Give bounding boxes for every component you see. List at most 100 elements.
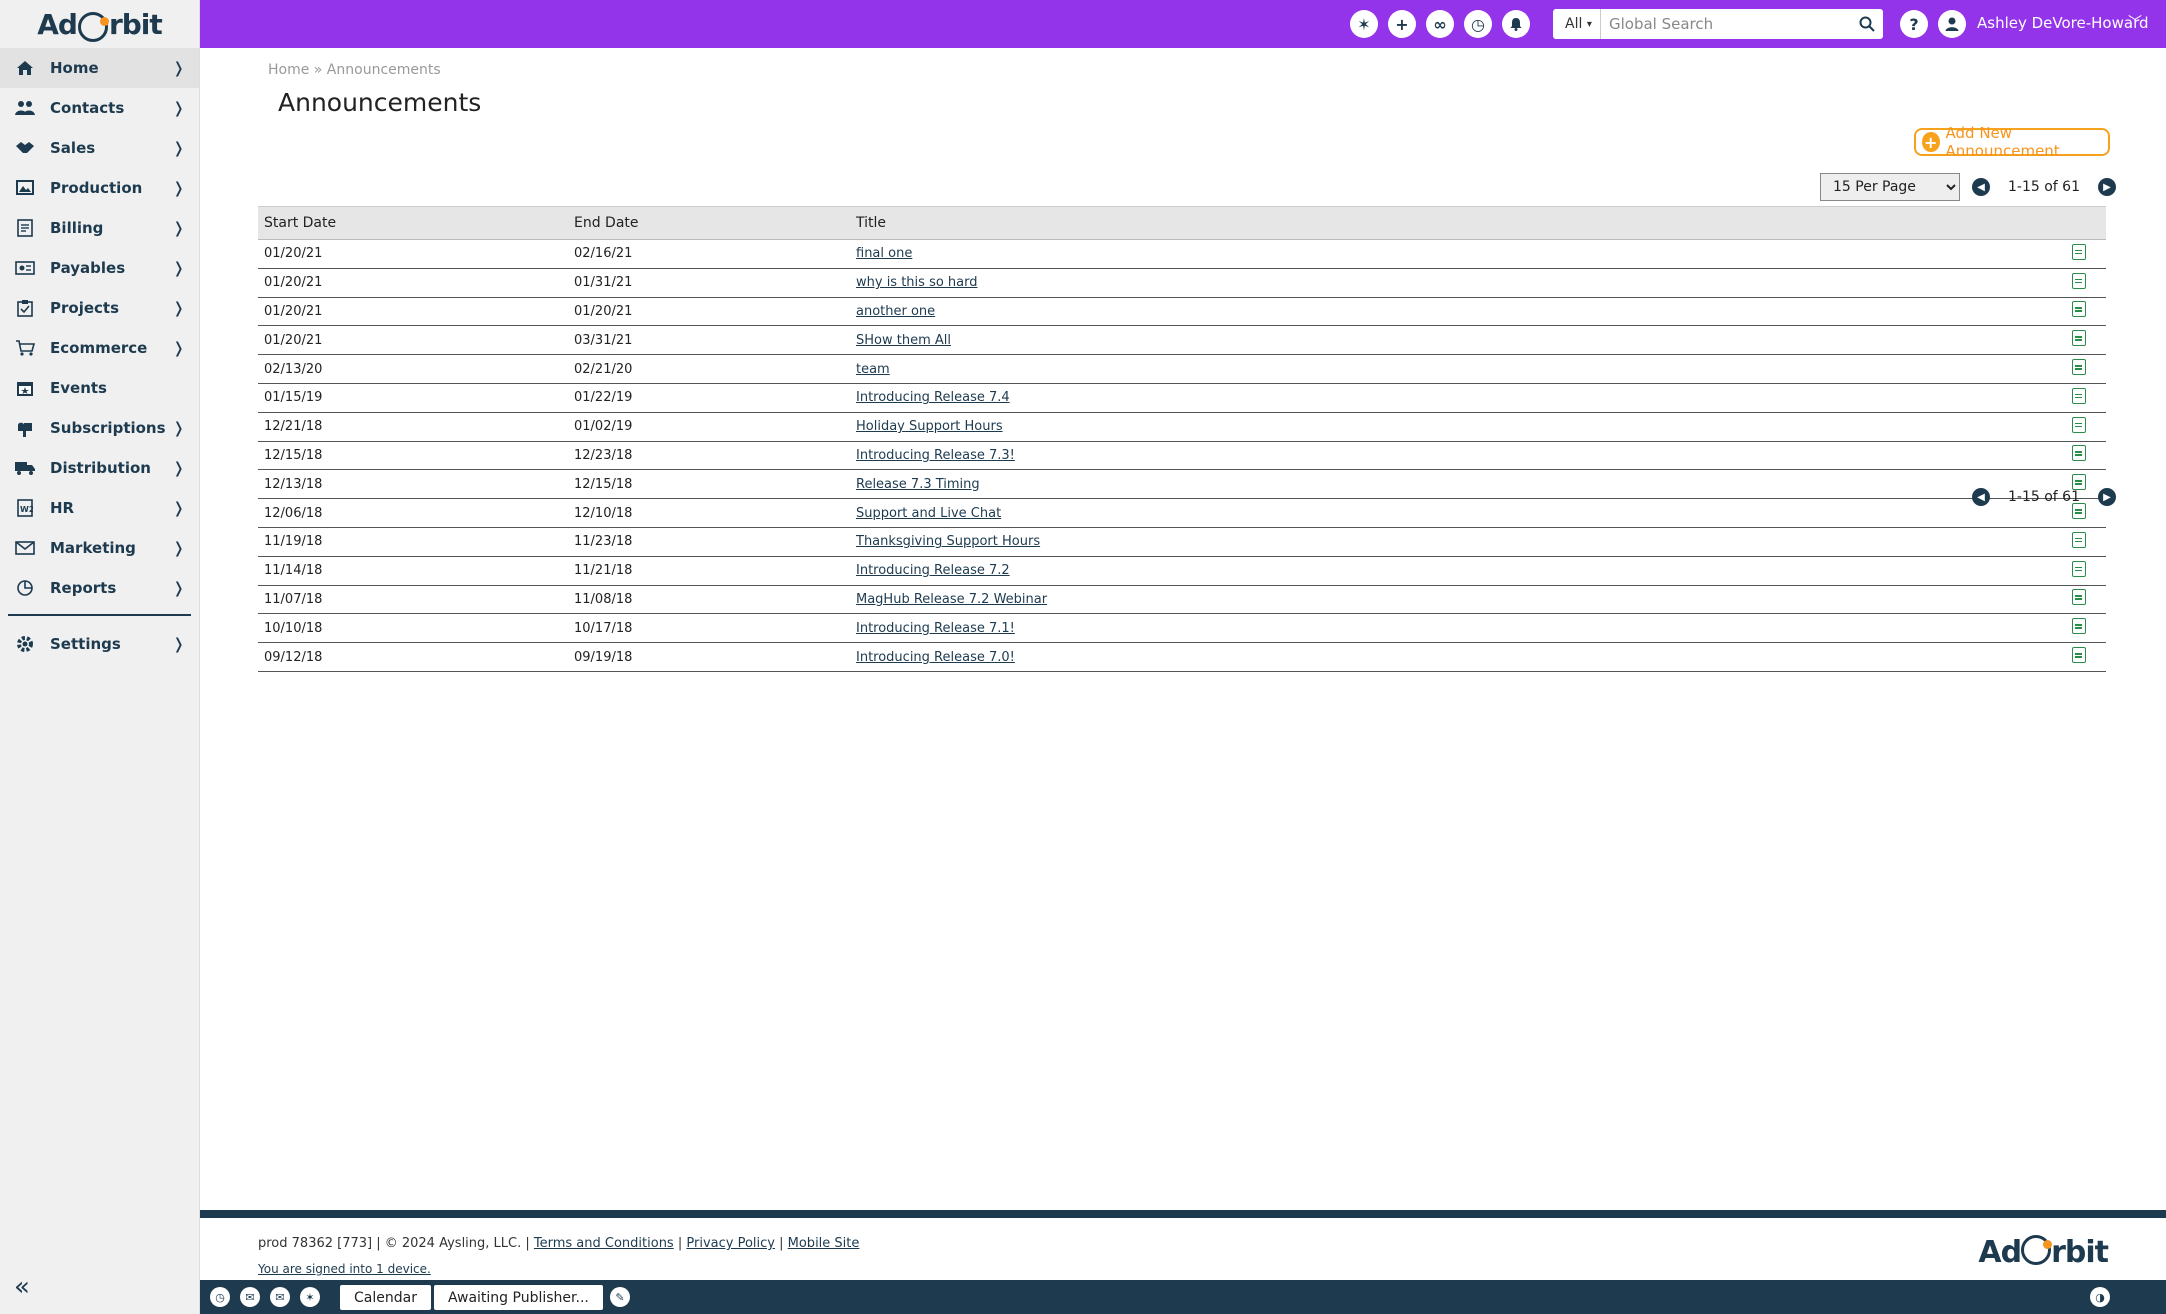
history-icon[interactable]: ◷	[1464, 10, 1492, 38]
sidebar-item-subscriptions[interactable]: Subscriptions ❭	[0, 408, 199, 448]
pager-bottom: ◀ 1-15 of 61 ▶	[1972, 485, 2116, 509]
search-icon[interactable]	[1851, 9, 1883, 39]
title-cell: why is this so hard	[850, 268, 2066, 298]
sidebar-item-sales[interactable]: Sales ❭	[0, 128, 199, 168]
document-icon[interactable]	[2072, 416, 2086, 433]
announcement-title-link[interactable]: Holiday Support Hours	[856, 419, 1003, 434]
next-page-icon[interactable]: ▶	[2097, 178, 2116, 196]
sidebar-item-billing[interactable]: Billing ❭	[0, 208, 199, 248]
add-announcement-button[interactable]: + Add New Announcement	[1914, 124, 2110, 160]
document-icon[interactable]	[2072, 618, 2086, 635]
search-input[interactable]	[1601, 15, 1851, 33]
sidebar-item-events[interactable]: Events	[0, 368, 199, 408]
announcement-title-link[interactable]: Introducing Release 7.1!	[856, 621, 1015, 636]
sidebar-item-label: HR	[50, 499, 75, 517]
signed-in-link[interactable]: You are signed into 1 device.	[258, 1262, 431, 1276]
sidebar-item-reports[interactable]: Reports ❭	[0, 568, 199, 608]
help-icon[interactable]: ?	[1900, 10, 1928, 38]
link-icon[interactable]: ∞	[1426, 10, 1454, 38]
announcement-title-link[interactable]: another one	[856, 304, 935, 319]
document-icon[interactable]	[2072, 359, 2086, 376]
announcement-title-link[interactable]: Introducing Release 7.2	[856, 563, 1010, 578]
mobile-site-link[interactable]: Mobile Site	[788, 1236, 860, 1251]
announcement-title-link[interactable]: Introducing Release 7.3!	[856, 448, 1015, 463]
breadcrumb[interactable]: Home » Announcements	[268, 62, 441, 78]
sidebar-item-production[interactable]: Production ❭	[0, 168, 199, 208]
table-row: 12/15/18 12/23/18 Introducing Release 7.3!	[258, 441, 2106, 471]
per-page-select[interactable]: 15 Per Page	[1820, 173, 1960, 201]
document-icon[interactable]	[2072, 272, 2086, 289]
document-icon[interactable]	[2072, 589, 2086, 606]
billing-icon	[12, 218, 38, 238]
prev-page-icon[interactable]: ◀	[1972, 488, 1990, 506]
document-icon[interactable]	[2072, 301, 2086, 318]
sidebar-item-ecommerce[interactable]: Ecommerce ❭	[0, 328, 199, 368]
end-date-cell: 02/21/20	[568, 354, 850, 384]
document-icon[interactable]	[2072, 647, 2086, 664]
document-icon[interactable]	[2072, 387, 2086, 404]
sidebar-item-label: Ecommerce	[50, 339, 148, 357]
sidebar-item-home[interactable]: Home ❭	[0, 48, 199, 88]
chevron-down-icon[interactable]: ﹀	[2128, 12, 2142, 32]
sidebar-item-contacts[interactable]: Contacts ❭	[0, 88, 199, 128]
announcement-title-link[interactable]: Introducing Release 7.0!	[856, 650, 1015, 665]
edit-icon[interactable]: ✎	[610, 1287, 630, 1307]
adorbit-logo[interactable]: Ad rbit	[0, 0, 199, 48]
sidebar-item-label: Home	[50, 59, 99, 77]
announcement-title-link[interactable]: why is this so hard	[856, 275, 978, 290]
prev-page-icon[interactable]: ◀	[1972, 178, 1990, 196]
table-row: 11/19/18 11/23/18 Thanksgiving Support Hou…	[258, 527, 2106, 557]
mail-icon[interactable]: ✉	[240, 1287, 260, 1307]
collapse-sidebar-icon[interactable]: «	[14, 1272, 30, 1302]
sidebar-item-hr[interactable]: W2 HR ❭	[0, 488, 199, 528]
announcement-title-link[interactable]: SHow them All	[856, 333, 951, 348]
mail-open-icon[interactable]: ✉	[270, 1287, 290, 1307]
bottom-tab-calendar[interactable]: Calendar	[340, 1285, 431, 1310]
add-icon[interactable]: +	[1388, 10, 1416, 38]
announcement-title-link[interactable]: Support and Live Chat	[856, 506, 1001, 521]
privacy-link[interactable]: Privacy Policy	[686, 1236, 775, 1251]
next-page-icon[interactable]: ▶	[2097, 488, 2116, 506]
toggle-icon[interactable]: ◑	[2090, 1287, 2110, 1307]
actions-cell	[2066, 613, 2106, 644]
column-header-title[interactable]: Title	[850, 206, 2066, 240]
sidebar-item-label: Distribution	[50, 459, 151, 477]
chevron-right-icon: ❭	[172, 99, 185, 117]
table-header-row: Start Date End Date Title	[258, 206, 2106, 240]
announcement-title-link[interactable]: Introducing Release 7.4	[856, 390, 1010, 405]
document-icon[interactable]	[2072, 445, 2086, 462]
sidebar-item-settings[interactable]: Settings ❭	[0, 624, 199, 664]
announcement-title-link[interactable]: Thanksgiving Support Hours	[856, 534, 1040, 549]
actions-cell	[2066, 642, 2106, 672]
document-icon[interactable]	[2072, 243, 2086, 260]
chevron-right-icon: ❭	[172, 259, 185, 277]
sidebar-item-distribution[interactable]: Distribution ❭	[0, 448, 199, 488]
bell-icon[interactable]	[1502, 10, 1530, 38]
search-scope-select[interactable]: All ▾	[1553, 9, 1601, 39]
column-header-actions	[2066, 206, 2106, 240]
document-icon[interactable]	[2072, 560, 2086, 577]
title-cell: team	[850, 354, 2066, 384]
announcement-title-link[interactable]: Release 7.3 Timing	[856, 477, 980, 492]
bottom-tab-awaiting-publisher[interactable]: Awaiting Publisher...	[434, 1285, 603, 1310]
announcement-title-link[interactable]: team	[856, 362, 890, 377]
sidebar-item-projects[interactable]: Projects ❭	[0, 288, 199, 328]
announcement-title-link[interactable]: MagHub Release 7.2 Webinar	[856, 592, 1047, 607]
end-date-cell: 11/08/18	[568, 585, 850, 615]
party-popper-icon[interactable]: ✶	[300, 1287, 320, 1307]
column-header-start-date[interactable]: Start Date	[258, 206, 568, 240]
column-header-end-date[interactable]: End Date	[568, 206, 850, 240]
sidebar-item-payables[interactable]: Payables ❭	[0, 248, 199, 288]
document-icon[interactable]	[2072, 531, 2086, 548]
clock-icon[interactable]: ◷	[210, 1287, 230, 1307]
user-avatar-icon[interactable]	[1938, 10, 1966, 38]
user-name[interactable]: Ashley DeVore-Howard	[1977, 14, 2149, 32]
table-row: 10/10/18 10/17/18 Introducing Release 7.1!	[258, 613, 2106, 644]
end-date-cell: 02/16/21	[568, 239, 850, 269]
title-cell: Introducing Release 7.1!	[850, 613, 2066, 644]
terms-link[interactable]: Terms and Conditions	[534, 1236, 674, 1251]
announcement-title-link[interactable]: final one	[856, 246, 912, 261]
party-popper-icon[interactable]: ✶	[1350, 10, 1378, 38]
document-icon[interactable]	[2072, 330, 2086, 347]
sidebar-item-marketing[interactable]: Marketing ❭	[0, 528, 199, 568]
